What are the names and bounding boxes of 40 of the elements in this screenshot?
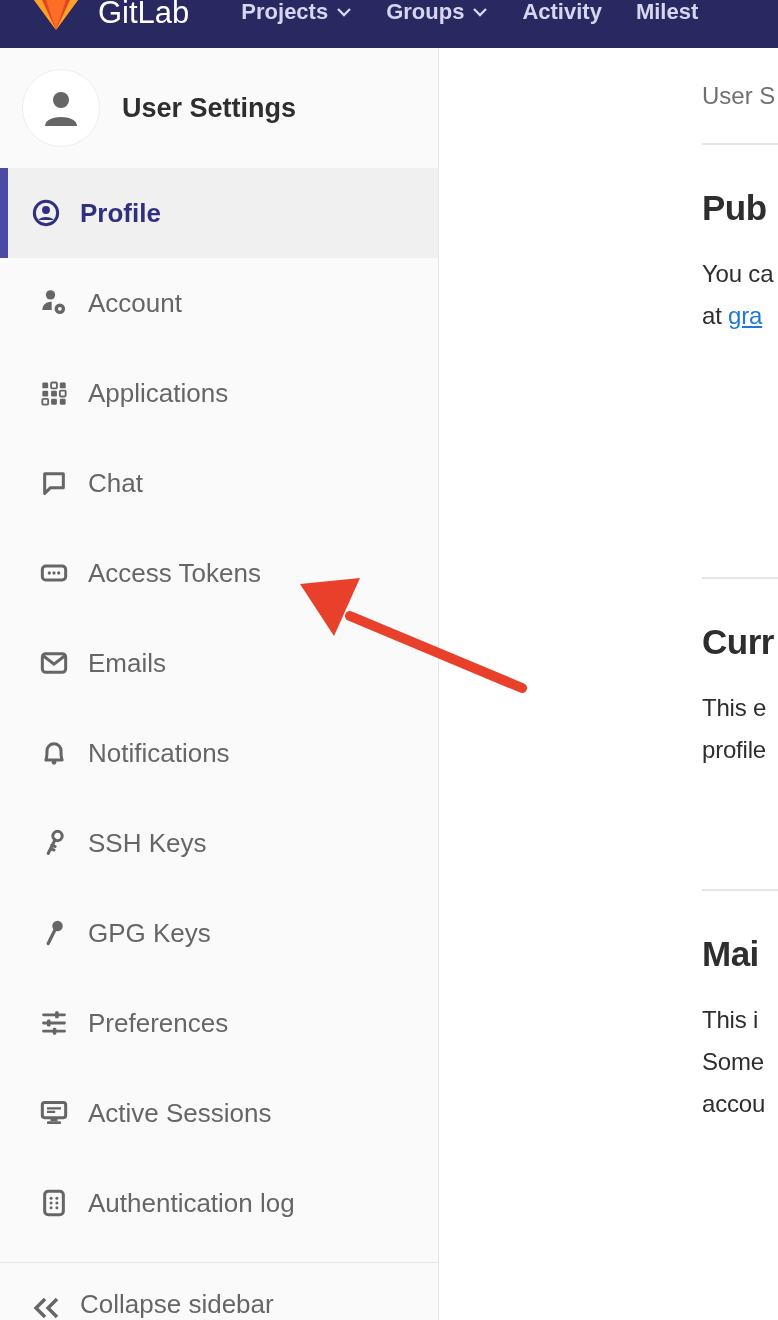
nav-link[interactable]: Milest [635, 0, 699, 24]
monitor-icon [40, 1099, 68, 1127]
sidebar-item[interactable]: Applications [0, 348, 438, 438]
paragraph-text: accou [702, 1089, 767, 1119]
sidebar-item[interactable]: SSH Keys [0, 798, 438, 888]
grid-icon [40, 379, 68, 407]
paragraph-text: You ca [702, 259, 775, 289]
paragraph-text: This e [702, 693, 768, 723]
sidebar-item[interactable]: GPG Keys [0, 888, 438, 978]
sidebar-title: User Settings [122, 92, 297, 124]
section-heading: Pub [702, 187, 768, 229]
paragraph-text: Some [702, 1047, 765, 1077]
list-icon [40, 1189, 68, 1217]
collapse-sidebar-button[interactable]: Collapse sidebar [0, 1262, 438, 1320]
sidebar-item[interactable]: Notifications [0, 708, 438, 798]
sidebar-item[interactable]: Authentication log [0, 1158, 438, 1248]
sidebar-item[interactable]: Emails [0, 618, 438, 708]
paragraph-text: This i [702, 1005, 760, 1035]
link[interactable]: gra [728, 302, 763, 329]
profile-icon [32, 199, 60, 227]
sidebar-item[interactable]: Account [0, 258, 438, 348]
breadcrumb[interactable]: User S [702, 48, 778, 145]
sidebar-item[interactable]: Active Sessions [0, 1068, 438, 1158]
sidebar-item[interactable]: Profile [0, 168, 438, 258]
paragraph-text: profile [702, 735, 767, 765]
user-gear-icon [40, 289, 68, 317]
section-heading: Curr [702, 621, 775, 663]
nav-link[interactable]: Groups [386, 0, 489, 24]
brand-name: GitLab [98, 0, 190, 30]
sliders-icon [40, 1009, 68, 1037]
sidebar-item[interactable]: Access Tokens [0, 528, 438, 618]
envelope-icon [40, 649, 68, 677]
section-heading: Mai [702, 933, 760, 975]
nav-link[interactable]: Activity [522, 0, 602, 24]
nav-link[interactable]: Projects [241, 0, 353, 24]
paragraph-text: at gra [702, 301, 764, 331]
sidebar-item[interactable]: Preferences [0, 978, 438, 1068]
gitlab-logo[interactable] [32, 0, 80, 30]
sidebar-item[interactable]: Chat [0, 438, 438, 528]
chat-bubble-icon [40, 469, 68, 497]
